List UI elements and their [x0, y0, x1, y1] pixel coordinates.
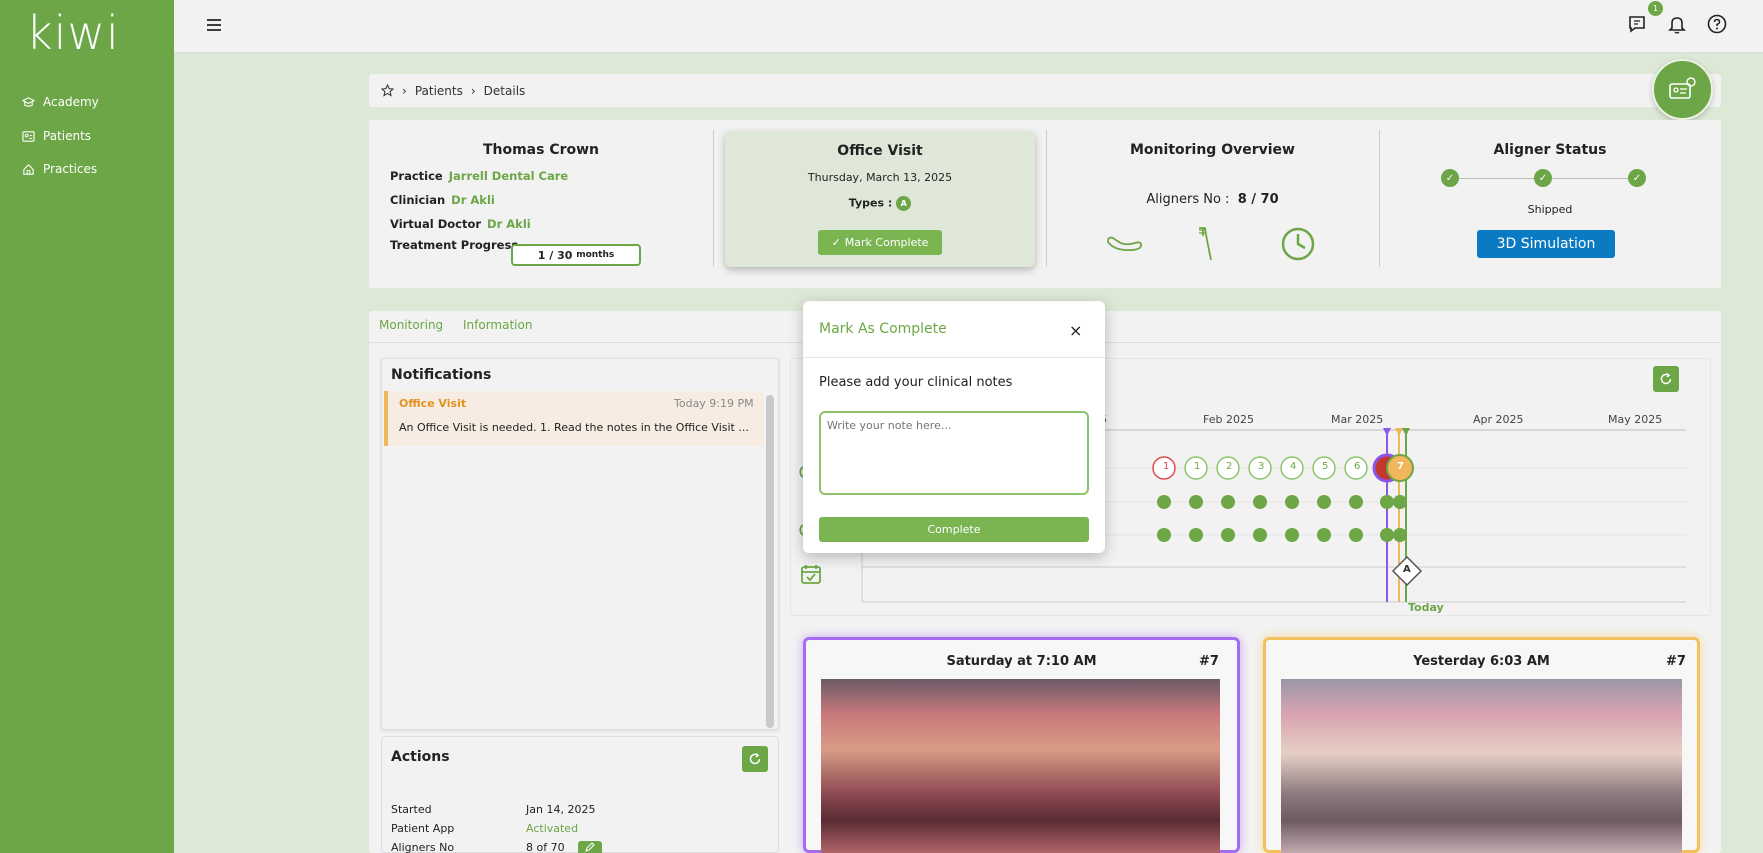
bell-icon[interactable]	[1666, 13, 1688, 35]
timeline-circle-label: 1	[1194, 461, 1201, 472]
practices-icon	[23, 163, 34, 175]
edit-aligners-button[interactable]	[578, 841, 602, 853]
type-badge: A	[896, 196, 912, 211]
check-icon: ✓	[1441, 169, 1459, 187]
virtual-doctor-link[interactable]: Dr Akli	[487, 217, 531, 231]
modal-title: Mark As Complete	[819, 321, 947, 337]
tab-information[interactable]: Information	[463, 318, 532, 332]
office-visit-types: Types :A	[725, 196, 1035, 211]
office-visit-title: Office Visit	[837, 143, 923, 159]
sidebar-item-practices[interactable]: Practices	[22, 162, 97, 176]
patients-icon	[22, 130, 35, 142]
monitoring-overview-title: Monitoring Overview	[1130, 142, 1295, 158]
notification-title: Office Visit	[399, 397, 467, 410]
close-icon[interactable]: ×	[1069, 321, 1082, 340]
notification-item[interactable]: Office Visit Today 9:19 PM An Office Vis…	[384, 391, 764, 446]
notifications-panel: Notifications Office Visit Today 9:19 PM…	[381, 358, 779, 730]
patient-info-column: Thomas Crown Practice Jarrell Dental Care…	[369, 130, 713, 267]
pencil-icon	[585, 842, 595, 852]
notification-text: An Office Visit is needed. 1. Read the n…	[399, 421, 749, 434]
timeline-circle-label: 3	[1258, 461, 1265, 472]
aligner-status-title: Aligner Status	[1493, 142, 1607, 158]
timeline-circle-label: 2	[1226, 461, 1233, 472]
patient-card-fab-button[interactable]	[1652, 59, 1713, 120]
practice-row: Practice Jarrell Dental Care	[390, 169, 569, 183]
treatment-progress-label: Treatment Progress	[390, 238, 519, 252]
patient-name: Thomas Crown	[482, 142, 600, 158]
star-icon[interactable]	[381, 84, 394, 97]
chevron-right-icon: ›	[470, 83, 476, 98]
check-icon: ✓	[1534, 169, 1552, 187]
check-icon: ✓	[831, 236, 841, 249]
photo-number: #7	[1666, 654, 1686, 669]
kiwi-logo[interactable]: kiwi	[26, 6, 120, 60]
notifications-scrollbar[interactable]	[766, 395, 774, 728]
actions-refresh-button[interactable]	[742, 746, 768, 772]
photo-card[interactable]: Yesterday 6:03 AM #7	[1263, 637, 1700, 853]
notifications-title: Notifications	[391, 367, 492, 383]
topbar	[174, 0, 1763, 53]
practice-link[interactable]: Jarrell Dental Care	[449, 169, 568, 183]
office-visit-card: Office Visit Thursday, March 13, 2025 Ty…	[725, 131, 1035, 267]
patient-summary-card: Thomas Crown Practice Jarrell Dental Care…	[369, 120, 1721, 288]
actions-title: Actions	[391, 749, 450, 765]
photo-title: Saturday at 7:10 AM	[946, 654, 1097, 669]
divider	[713, 130, 714, 267]
notification-time: Today 9:19 PM	[674, 397, 754, 410]
check-icon: ✓	[1628, 169, 1646, 187]
3d-simulation-button[interactable]: 3D Simulation	[1477, 230, 1615, 258]
photo-number: #7	[1199, 654, 1219, 669]
chevron-right-icon: ›	[402, 83, 407, 98]
clinician-row: Clinician Dr Akli	[390, 193, 495, 207]
teeth-photo[interactable]	[821, 679, 1220, 853]
office-visit-date: Thursday, March 13, 2025	[807, 171, 953, 184]
timeline-today-label: Today	[1408, 601, 1444, 614]
photo-card[interactable]: Saturday at 7:10 AM #7	[803, 637, 1240, 853]
timeline-refresh-button[interactable]	[1653, 366, 1679, 392]
id-card-icon	[1668, 76, 1696, 99]
sidebar-item-label: Patients	[43, 129, 92, 143]
sidebar-item-academy[interactable]: Academy	[22, 95, 99, 109]
sidebar: kiwi Academy Patients Practices	[0, 0, 174, 853]
chat-badge: 1	[1648, 1, 1663, 16]
timeline-circle-label: 1	[1163, 461, 1170, 472]
timeline-current-label: 7	[1397, 461, 1404, 472]
brush-icon	[1199, 227, 1212, 261]
teeth-photo[interactable]	[1281, 679, 1682, 853]
refresh-icon	[749, 752, 761, 765]
calendar-check-icon	[801, 565, 821, 584]
tab-monitoring[interactable]: Monitoring	[379, 318, 443, 332]
breadcrumb-details: Details	[483, 83, 526, 98]
complete-button[interactable]: Complete	[819, 517, 1089, 542]
hamburger-menu-icon[interactable]	[205, 16, 223, 34]
clinical-notes-input[interactable]	[819, 411, 1089, 495]
aligner-icon	[1107, 236, 1143, 252]
photo-title: Yesterday 6:03 AM	[1413, 654, 1550, 669]
sidebar-item-label: Academy	[43, 95, 99, 109]
refresh-icon	[1660, 372, 1672, 385]
breadcrumb: › Patients › Details	[369, 74, 1721, 107]
sidebar-item-label: Practices	[43, 162, 98, 176]
aligners-count: Aligners No : 8 / 70	[1146, 192, 1279, 207]
monitoring-overview-column: Monitoring Overview Aligners No : 8 / 70	[1046, 130, 1379, 267]
chat-icon[interactable]	[1626, 13, 1648, 35]
status-label: Shipped	[1527, 203, 1573, 216]
timeline-circle-label: 6	[1354, 461, 1361, 472]
clock-icon	[1281, 227, 1315, 261]
modal-label: Please add your clinical notes	[819, 375, 1013, 390]
timeline-marker-label: A	[1403, 564, 1411, 575]
mark-complete-button[interactable]: ✓ Mark Complete	[818, 230, 942, 255]
mark-complete-modal: Mark As Complete × Please add your clini…	[803, 301, 1105, 553]
virtual-doctor-row: Virtual Doctor Dr Akli	[390, 217, 531, 231]
clinician-link[interactable]: Dr Akli	[451, 193, 495, 207]
actions-panel: Actions Started Jan 14, 2025 Patient App…	[381, 736, 779, 853]
timeline-circle-label: 4	[1290, 461, 1297, 472]
help-icon[interactable]	[1706, 13, 1728, 35]
timeline-circle-label: 5	[1322, 461, 1329, 472]
academy-icon	[22, 96, 35, 107]
divider	[803, 357, 1105, 358]
breadcrumb-patients[interactable]: Patients	[415, 84, 463, 98]
sidebar-item-patients[interactable]: Patients	[22, 129, 91, 143]
treatment-progress-bar: 1 / 30 months	[511, 244, 641, 266]
